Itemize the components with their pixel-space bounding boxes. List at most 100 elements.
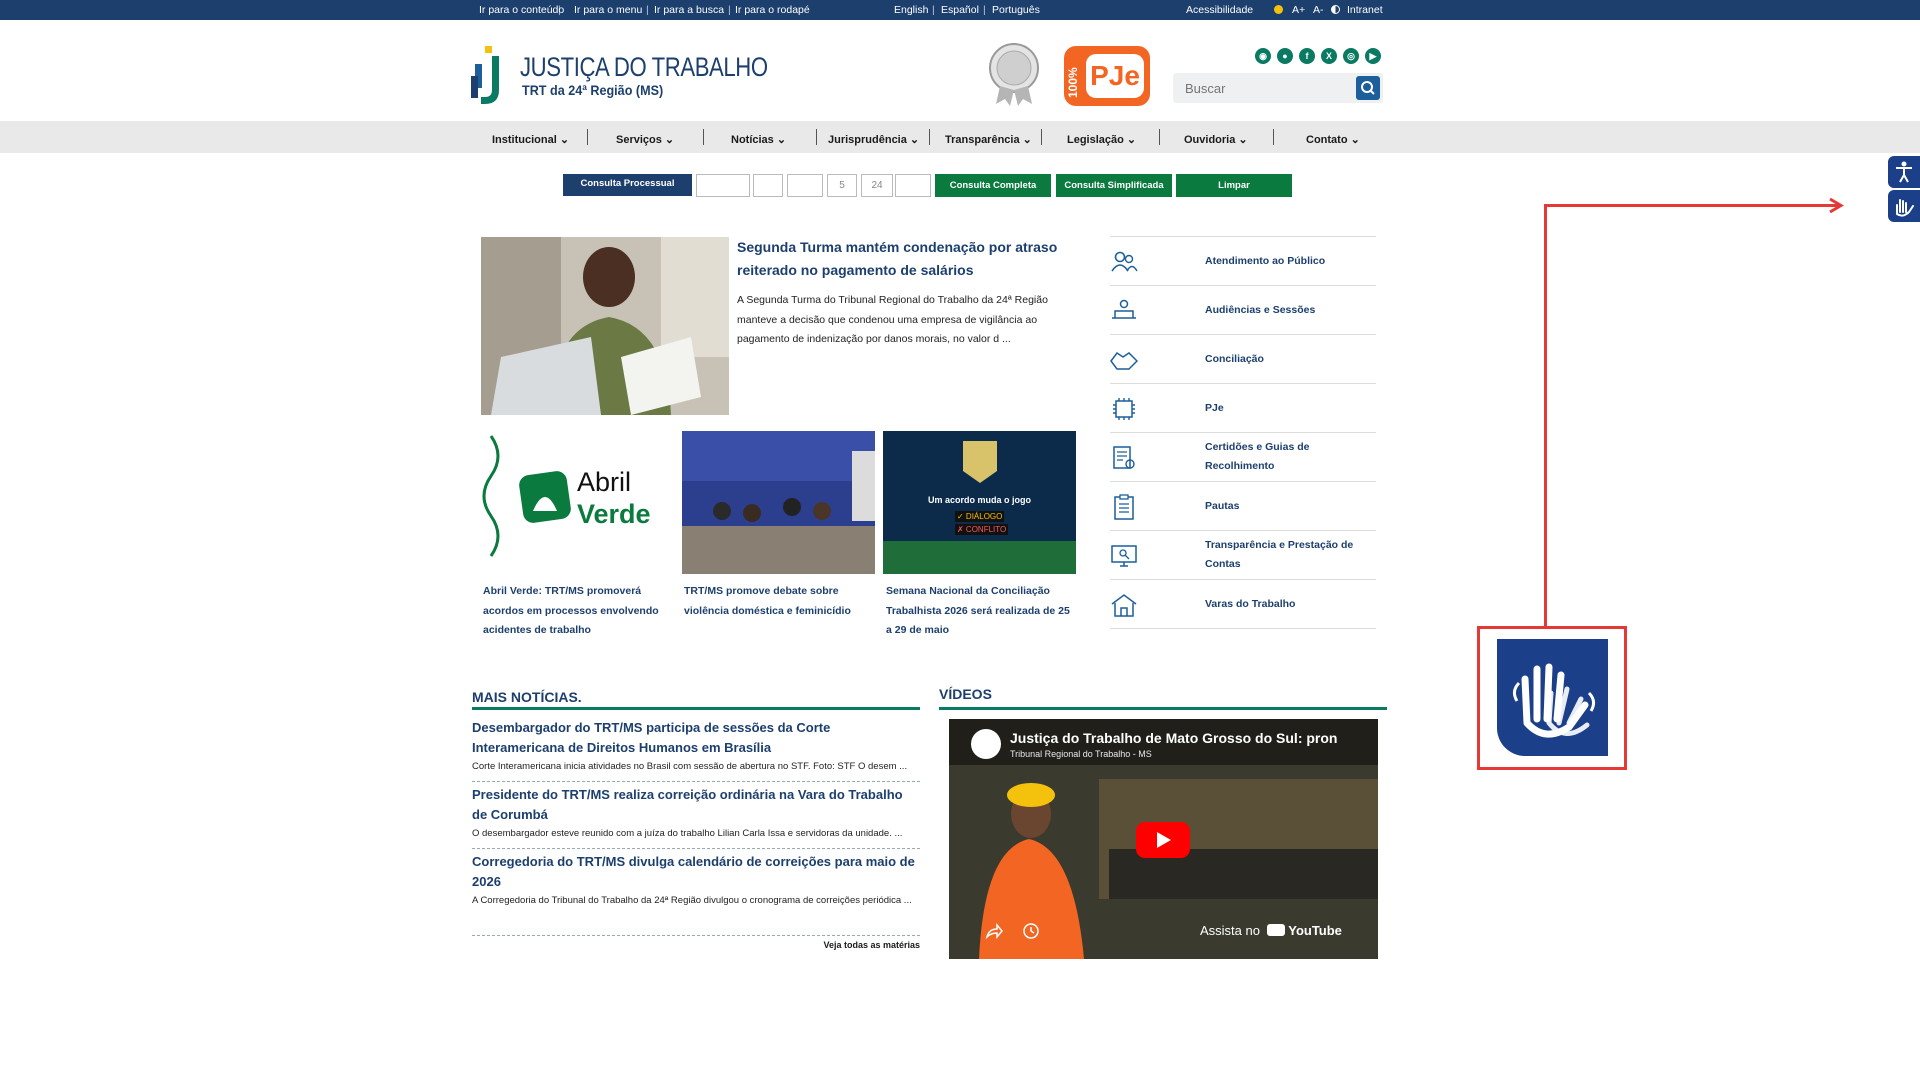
nav-label: Serviços bbox=[616, 134, 662, 146]
font-decrease-button[interactable]: A- bbox=[1313, 4, 1324, 16]
service-audiencias[interactable]: Audiências e Sessões bbox=[1110, 286, 1376, 335]
youtube-video-embed[interactable]: Justiça do Trabalho de Mato Grosso do Su… bbox=[949, 719, 1378, 959]
nav-label: Legislação bbox=[1067, 134, 1124, 146]
news-item-title[interactable]: Desembargador do TRT/MS participa de ses… bbox=[472, 718, 920, 757]
nav-transparencia[interactable]: Transparência ⌄ bbox=[945, 133, 1032, 146]
contrast-toggle-icon[interactable] bbox=[1331, 4, 1340, 16]
accessibility-widget-button[interactable] bbox=[1888, 156, 1920, 188]
nav-noticias[interactable]: Notícias ⌄ bbox=[731, 133, 786, 146]
annotation-arrow-icon bbox=[1829, 197, 1844, 214]
top-utility-bar: Ir para o conteúdo | Ir para o menu | Ir… bbox=[0, 0, 1920, 20]
news-item-desc: Corte Interamericana inicia atividades n… bbox=[472, 761, 908, 772]
lang-espanol-link[interactable]: Español bbox=[941, 4, 979, 16]
news-item-title[interactable]: Presidente do TRT/MS realiza correição o… bbox=[472, 785, 920, 824]
search-input[interactable] bbox=[1173, 73, 1343, 103]
consulta-simplificada-button[interactable]: Consulta Simplificada bbox=[1056, 174, 1172, 197]
news-item-desc: A Corregedoria do Tribunal do Trabalho d… bbox=[472, 895, 912, 906]
video-title[interactable]: Justiça do Trabalho de Mato Grosso do Su… bbox=[1010, 730, 1337, 746]
skip-to-footer-link[interactable]: Ir para o rodapé bbox=[735, 4, 810, 16]
nav-divider bbox=[929, 129, 930, 145]
pje-label: PJe bbox=[1086, 54, 1144, 98]
service-label: Varas do Trabalho bbox=[1205, 598, 1296, 610]
more-news-heading: MAIS NOTÍCIAS. bbox=[472, 689, 582, 705]
nav-divider bbox=[1041, 129, 1042, 145]
semana-conciliacao-image[interactable]: Um acordo muda o jogo ✓ DIÁLOGO ✗ CONFLI… bbox=[883, 431, 1076, 574]
service-atendimento[interactable]: Atendimento ao Público bbox=[1110, 237, 1376, 286]
see-all-news-link[interactable]: Veja todas as matérias bbox=[472, 940, 920, 950]
x-icon[interactable]: X bbox=[1321, 48, 1337, 64]
process-year-field[interactable] bbox=[787, 174, 823, 197]
nav-label: Jurisprudência bbox=[828, 134, 907, 146]
watch-later-icon[interactable] bbox=[1022, 922, 1040, 940]
nav-legislacao[interactable]: Legislação ⌄ bbox=[1067, 133, 1136, 146]
people-icon bbox=[1111, 251, 1138, 272]
videos-heading: VÍDEOS bbox=[939, 686, 992, 702]
news-list-item[interactable]: Presidente do TRT/MS realiza correição o… bbox=[472, 785, 920, 849]
nav-ouvidoria[interactable]: Ouvidoria ⌄ bbox=[1184, 133, 1248, 146]
pje-percent-label: 100% bbox=[1066, 67, 1080, 98]
debate-event-image[interactable] bbox=[682, 431, 875, 574]
accessibility-link[interactable]: Acessibilidade bbox=[1186, 4, 1253, 16]
news-list-item[interactable]: Desembargador do TRT/MS participa de ses… bbox=[472, 718, 920, 782]
flickr-icon[interactable]: ● bbox=[1277, 48, 1293, 64]
process-digit-field[interactable] bbox=[753, 174, 783, 197]
lang-portugues-link[interactable]: Português bbox=[992, 4, 1040, 16]
accessibility-dot-icon[interactable] bbox=[1274, 4, 1283, 16]
news-card-title[interactable]: Abril Verde: TRT/MS promoverá acordos em… bbox=[483, 582, 673, 641]
skip-to-menu-link[interactable]: Ir para o menu bbox=[574, 4, 642, 16]
sign-language-hands-icon bbox=[1896, 199, 1914, 217]
nav-label: Notícias bbox=[731, 134, 774, 146]
separator: | bbox=[728, 4, 731, 16]
site-title[interactable]: JUSTIÇA DO TRABALHO bbox=[520, 52, 768, 83]
separator: | bbox=[558, 4, 561, 16]
youtube-icon[interactable]: ▶ bbox=[1365, 48, 1381, 64]
annotation-line-vertical bbox=[1544, 204, 1547, 628]
news-card-title[interactable]: Semana Nacional da Conciliação Trabalhis… bbox=[886, 582, 1076, 641]
service-transparencia[interactable]: Transparência e Prestação de Contas bbox=[1110, 531, 1376, 580]
abril-verde-image[interactable]: Abril Verde bbox=[481, 431, 674, 574]
pje-100-badge[interactable]: 100% PJe bbox=[1064, 46, 1150, 106]
news-item-desc: O desembargador esteve reunido com a juí… bbox=[472, 828, 903, 839]
service-pautas[interactable]: Pautas bbox=[1110, 482, 1376, 531]
service-certidoes[interactable]: Certidões e Guias de Recolhimento bbox=[1110, 433, 1376, 482]
lang-english-link[interactable]: English bbox=[894, 4, 928, 16]
service-conciliacao[interactable]: Conciliação bbox=[1110, 335, 1376, 384]
nav-contato[interactable]: Contato ⌄ bbox=[1306, 133, 1360, 146]
service-label: Transparência e Prestação de Contas bbox=[1205, 539, 1354, 570]
watch-on-youtube-link[interactable]: Assista no YouTube bbox=[1200, 923, 1342, 938]
nav-jurisprudencia[interactable]: Jurisprudência ⌄ bbox=[828, 133, 919, 146]
news-list-item[interactable]: Corregedoria do TRT/MS divulga calendári… bbox=[472, 852, 920, 936]
search-button[interactable] bbox=[1356, 76, 1380, 100]
service-varas[interactable]: Varas do Trabalho bbox=[1110, 580, 1376, 629]
process-number-field[interactable] bbox=[696, 174, 750, 197]
trt-logo-icon[interactable] bbox=[471, 46, 501, 106]
news-card-title[interactable]: TRT/MS promove debate sobre violência do… bbox=[684, 582, 874, 621]
play-button[interactable] bbox=[1136, 822, 1190, 858]
featured-news-title[interactable]: Segunda Turma mantém condenação por atra… bbox=[737, 236, 1072, 282]
featured-news-image[interactable] bbox=[481, 237, 729, 415]
font-increase-button[interactable]: A+ bbox=[1292, 4, 1305, 16]
abril-verde-text-1: Abril bbox=[577, 467, 632, 497]
videos-rule bbox=[939, 707, 1387, 710]
consulta-completa-button[interactable]: Consulta Completa bbox=[935, 174, 1051, 197]
facebook-icon[interactable]: f bbox=[1299, 48, 1315, 64]
nav-institucional[interactable]: Institucional ⌄ bbox=[492, 133, 569, 146]
share-icon[interactable] bbox=[985, 923, 1003, 939]
service-label: Atendimento ao Público bbox=[1205, 255, 1326, 267]
featured-news-summary: A Segunda Turma do Tribunal Regional do … bbox=[737, 294, 1048, 345]
skip-to-content-link[interactable]: Ir para o conteúdo bbox=[479, 4, 564, 16]
sign-language-zoom-icon bbox=[1497, 639, 1608, 756]
intranet-link[interactable]: Intranet bbox=[1347, 4, 1383, 16]
separator: | bbox=[646, 4, 649, 16]
process-region-field[interactable]: 24 bbox=[861, 174, 893, 197]
rss-icon[interactable]: ◉ bbox=[1255, 48, 1271, 64]
service-pje[interactable]: PJe bbox=[1110, 384, 1376, 433]
process-origin-field[interactable] bbox=[895, 174, 931, 197]
skip-to-search-link[interactable]: Ir para a busca bbox=[654, 4, 724, 16]
limpar-button[interactable]: Limpar bbox=[1176, 174, 1292, 197]
nav-servicos[interactable]: Serviços ⌄ bbox=[616, 133, 674, 146]
instagram-icon[interactable]: ◎ bbox=[1343, 48, 1359, 64]
sign-language-widget-button[interactable] bbox=[1888, 190, 1920, 222]
process-justice-field[interactable]: 5 bbox=[827, 174, 857, 197]
news-item-title[interactable]: Corregedoria do TRT/MS divulga calendári… bbox=[472, 852, 920, 891]
